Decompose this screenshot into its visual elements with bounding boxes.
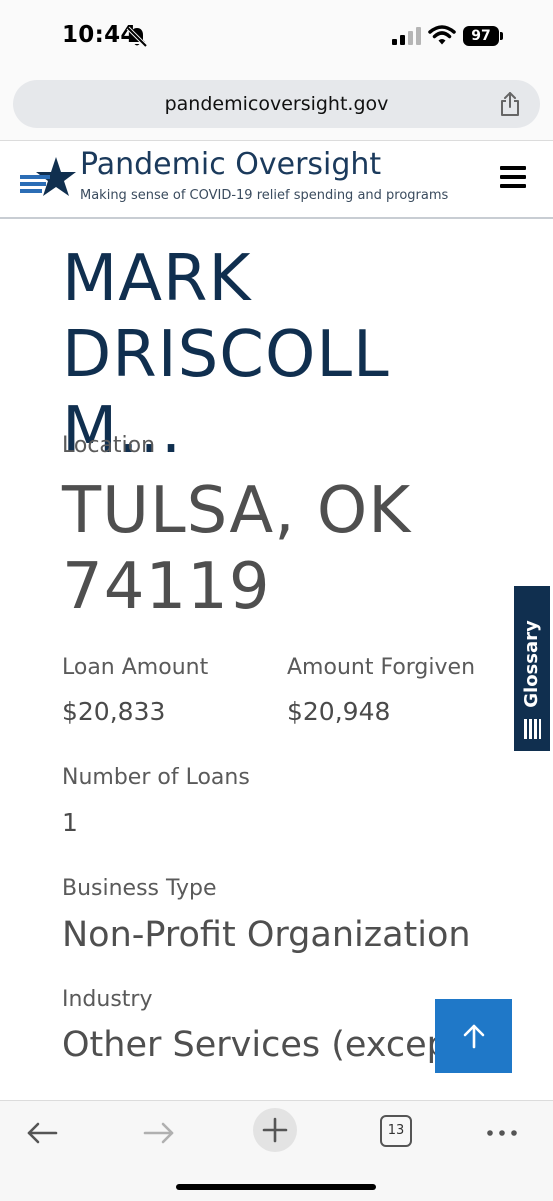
loan-amount-value: $20,833: [62, 697, 166, 726]
number-of-loans-label: Number of Loans: [62, 765, 250, 790]
bell-slash-icon: [126, 26, 148, 48]
back-to-top-button[interactable]: [435, 999, 512, 1073]
arrow-up-icon: [463, 1024, 485, 1049]
number-of-loans-value: 1: [62, 808, 78, 837]
brand-title[interactable]: Pandemic Oversight: [80, 147, 381, 182]
industry-label: Industry: [62, 987, 153, 1012]
location-label: Location: [62, 433, 156, 458]
address-bar[interactable]: pandemicoversight.gov: [13, 80, 540, 128]
battery-tip: [500, 32, 503, 40]
hamburger-menu-icon[interactable]: [500, 166, 528, 190]
glossary-tab[interactable]: Glossary: [514, 586, 550, 751]
arrow-left-icon[interactable]: [22, 1113, 62, 1153]
share-icon[interactable]: [497, 91, 523, 117]
brand-prefix: Pandemic: [80, 147, 226, 182]
plus-icon: [262, 1117, 288, 1143]
recipient-details: MARK DRISCOLL M... Location TULSA, OK 74…: [0, 219, 553, 1099]
url-text[interactable]: pandemicoversight.gov: [13, 80, 540, 128]
menu-bar: [500, 184, 526, 188]
status-bar: 10:44 97: [0, 0, 553, 74]
amount-forgiven-label: Amount Forgiven: [287, 655, 476, 680]
business-type-value: Non-Profit Organization: [62, 915, 471, 955]
browser-address-area: pandemicoversight.gov: [0, 74, 553, 141]
list-icon: [524, 719, 541, 739]
loan-amount-label: Loan Amount: [62, 655, 209, 680]
industry-value: Other Services (except: [62, 1025, 463, 1065]
brand-tagline: Making sense of COVID-19 relief spending…: [80, 188, 449, 203]
battery-indicator: 97: [463, 26, 503, 46]
brand-suffix: Oversight: [235, 147, 382, 182]
arrow-right-icon[interactable]: [139, 1113, 179, 1153]
amount-forgiven-value: $20,948: [287, 697, 391, 726]
cellular-signal-icon: [392, 27, 421, 45]
site-header: Pandemic Oversight Making sense of COVID…: [0, 141, 553, 219]
more-dots-icon[interactable]: [482, 1113, 522, 1153]
wifi-icon: [428, 25, 456, 45]
star-logo-icon[interactable]: [18, 153, 78, 205]
tab-count-button[interactable]: 13: [380, 1115, 412, 1147]
menu-bar: [500, 166, 526, 170]
battery-level: 97: [463, 26, 499, 46]
menu-bar: [500, 175, 526, 179]
new-tab-button[interactable]: [253, 1108, 297, 1152]
glossary-label: Glossary: [521, 620, 542, 708]
location-value: TULSA, OK 74119: [62, 474, 412, 624]
browser-toolbar: 13: [0, 1100, 553, 1201]
business-type-label: Business Type: [62, 876, 217, 901]
home-indicator: [176, 1184, 376, 1190]
